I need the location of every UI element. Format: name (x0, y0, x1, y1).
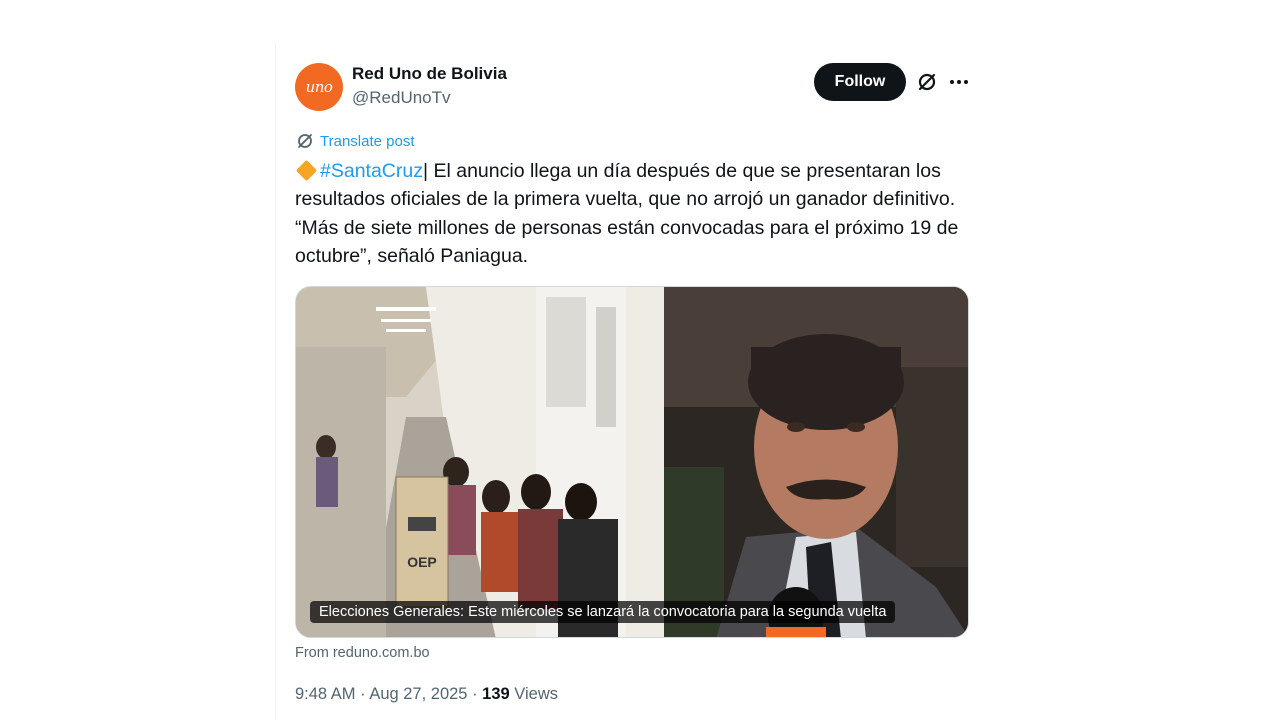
translate-label: Translate post (320, 132, 415, 150)
grok-icon[interactable] (916, 71, 938, 93)
translate-post-link[interactable]: Translate post (296, 132, 415, 150)
meta-separator: · (467, 685, 483, 703)
handle[interactable]: @RedUnoTv (352, 88, 451, 108)
media-card[interactable]: OEP Elecciones Generales: Este miércoles… (295, 286, 969, 638)
views-label: Views (509, 685, 558, 703)
more-icon[interactable] (948, 71, 970, 93)
media-image: OEP (296, 287, 968, 637)
orange-diamond-icon (295, 159, 318, 182)
card-left-border (275, 44, 276, 720)
views-count: 139 (482, 685, 510, 703)
post-time[interactable]: 9:48 AM (295, 685, 356, 703)
post-date[interactable]: Aug 27, 2025 (369, 685, 467, 703)
translate-icon (298, 134, 312, 148)
hashtag-link[interactable]: #SantaCruz (320, 160, 423, 182)
follow-button[interactable]: Follow (814, 63, 906, 101)
meta-separator: · (355, 685, 370, 703)
post-meta: 9:48 AM · Aug 27, 2025 · 139 Views (295, 685, 558, 704)
avatar[interactable]: uno (295, 63, 343, 111)
avatar-logo: uno (305, 78, 333, 96)
source-link[interactable]: From reduno.com.bo (295, 645, 430, 661)
ballot-box-label: OEP (407, 554, 437, 570)
display-name[interactable]: Red Uno de Bolivia (352, 64, 507, 84)
post-text: #SantaCruz| El anuncio llega un día desp… (295, 157, 975, 271)
media-caption: Elecciones Generales: Este miércoles se … (310, 601, 896, 623)
